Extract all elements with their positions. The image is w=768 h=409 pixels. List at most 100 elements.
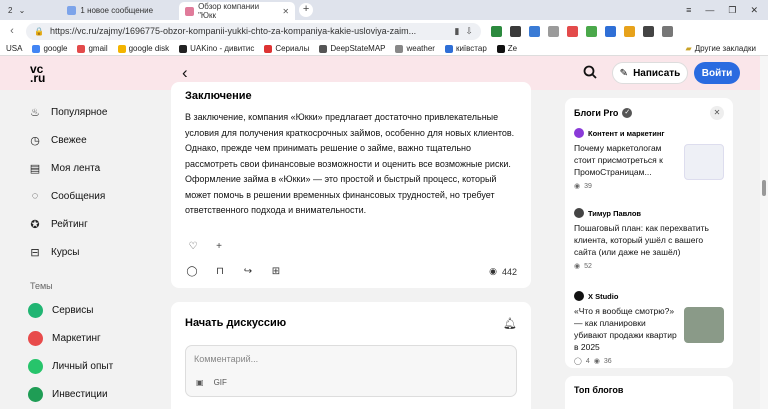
uakino-icon [179,44,188,53]
vc-logo[interactable]: vc .ru [30,63,45,84]
blog-post[interactable]: X Studio «Что я вообще смотрю?» — как пл… [574,291,724,365]
maximize-icon[interactable]: ❐ [728,5,736,16]
ze-icon [496,44,505,53]
flame-icon: ♨ [30,106,40,119]
topic-marketing[interactable]: Маркетинг [28,324,113,352]
blog-post[interactable]: Тимур Павлов Пошаговый план: как перехва… [574,208,724,270]
avatar [574,208,584,218]
sidebar-item-feed[interactable]: ▤ Моя лента [28,154,107,182]
share-icon[interactable]: ↪ [241,265,255,279]
investments-icon [28,386,43,402]
write-button[interactable]: ✎ Написать [612,62,688,84]
extension-icon[interactable] [548,25,559,37]
bookmark-ze[interactable]: Ze [496,44,517,53]
browser-tab-bar: 2 ⌄ 1 новое сообщение Обзор компании "Юк… [0,0,768,20]
extension-icon[interactable] [643,25,654,37]
bookmark-kyivstar[interactable]: київстар [444,44,487,53]
eye-icon: ◉ [574,183,581,190]
bookmarks-bar: USA google gmail google disk UAKino - ди… [0,42,768,56]
close-window-icon[interactable]: ✕ [750,5,758,16]
extension-icon[interactable] [624,25,635,37]
sidebar-item-popular[interactable]: ♨ Популярное [28,98,107,126]
bookmark-icon[interactable]: ⊓ [213,265,227,279]
topics-title: Темы [30,281,53,291]
comment-icon: ◯ [574,358,582,365]
extension-icon[interactable] [529,25,540,37]
new-tab-button[interactable]: + [299,3,314,17]
bookmark-google[interactable]: google [32,44,67,53]
extension-icon[interactable] [605,25,616,37]
blogs-pro-widget: Блоги Pro ✓ ✕ Контент и маркетинг Почему … [565,98,733,368]
bookmark-deepstate[interactable]: DeepStateMAP [319,44,385,53]
courses-icon: ⊟ [30,246,40,259]
bookmark-usa[interactable]: USA [6,44,22,53]
deepstate-icon [319,44,328,53]
comment-icon[interactable]: ◯ [185,265,199,279]
gif-button[interactable]: GIF [214,378,227,387]
tab-messages[interactable]: 1 новое сообщение [61,1,159,19]
window-controls: ≡ — ❐ ✕ [686,5,768,16]
kyivstar-icon [444,44,453,53]
download-icon[interactable]: ⇩ [465,26,473,37]
article-text: В заключение, компания «Юкки» предлагает… [185,112,515,215]
post-author: Контент и маркетинг [574,128,724,138]
bookmark-icon[interactable]: ▮ [455,26,460,37]
top-blogs-title: Топ блогов [574,385,624,395]
extension-icon[interactable] [586,25,597,37]
close-icon[interactable]: ✕ [710,106,724,120]
weather-icon [395,44,404,53]
article-section-title: Заключение [185,90,252,102]
other-bookmarks[interactable]: ▰ Другие закладки [686,44,756,53]
tab-label: 1 новое сообщение [80,5,154,15]
topic-investments[interactable]: Инвестиции [28,380,113,408]
extension-icon[interactable] [510,25,521,37]
sidebar-item-messages[interactable]: ◌ Сообщения [28,182,107,210]
blog-post[interactable]: Контент и маркетинг Почему маркетологам … [574,128,724,190]
extension-icon[interactable] [567,25,578,37]
bookmark-weather[interactable]: weather [395,44,435,53]
donate-icon[interactable]: ⊞ [269,265,283,279]
sidebar-item-courses[interactable]: ⊟ Курсы [28,238,107,266]
post-thumbnail [684,307,724,343]
add-reaction-icon[interactable]: + [211,239,227,255]
eye-icon: ◉ [593,358,600,365]
back-nav-icon[interactable]: ‹ [4,25,20,37]
extension-icon[interactable] [662,25,673,37]
topic-services[interactable]: Сервисы [28,296,113,324]
bookmark-gmail[interactable]: gmail [77,44,108,53]
bookmark-uakino[interactable]: UAKino - дивитис [179,44,254,53]
search-icon[interactable] [582,64,598,80]
back-arrow-icon[interactable]: ‹ [182,63,188,83]
topics-list: Сервисы Маркетинг Личный опыт Инвестиции [28,296,113,408]
heart-icon[interactable]: ♡ [185,239,201,255]
gmail-icon [77,44,86,53]
image-icon[interactable]: ▣ [196,378,204,387]
google-icon [32,44,41,53]
discussion-title: Начать дискуссию [185,317,287,329]
extensions [491,25,673,37]
extension-icon[interactable] [491,25,502,37]
scrollbar[interactable] [760,56,768,409]
bookmark-google-disk[interactable]: google disk [117,44,169,53]
post-meta: ◯ 4 ◉ 36 [574,357,612,366]
scrollbar-thumb[interactable] [762,180,766,196]
topic-personal[interactable]: Личный опыт [28,352,113,380]
chat-icon: ◌ [31,190,39,202]
address-bar[interactable]: 🔒 https://vc.ru/zajmy/1696775-obzor-komp… [26,22,481,40]
bell-icon[interactable]: 🔔︎ [503,317,517,330]
bookmark-series[interactable]: Сериалы [264,44,309,53]
close-tab-icon[interactable]: ✕ [282,7,289,16]
article-card: Заключение В заключение, компания «Юкки»… [171,82,531,288]
tab-article[interactable]: Обзор компании "Юкк ✕ [179,2,296,20]
menu-icon[interactable]: ≡ [686,5,691,16]
sidebar-item-fresh[interactable]: ◷ Свежее [28,126,107,154]
tab-label: Обзор компании "Юкк [198,2,260,20]
minimize-icon[interactable]: — [705,5,714,16]
login-button[interactable]: Войти [694,62,740,84]
sidebar-item-rating[interactable]: ✪ Рейтинг [28,210,107,238]
comment-placeholder: Комментарий... [194,354,259,364]
tab-count[interactable]: 2 ⌄ [0,1,31,19]
post-thumbnail [684,144,724,180]
comment-input[interactable]: Комментарий... ▣ GIF [185,345,517,397]
post-title: Почему маркетологам стоит присмотреться … [574,143,663,177]
